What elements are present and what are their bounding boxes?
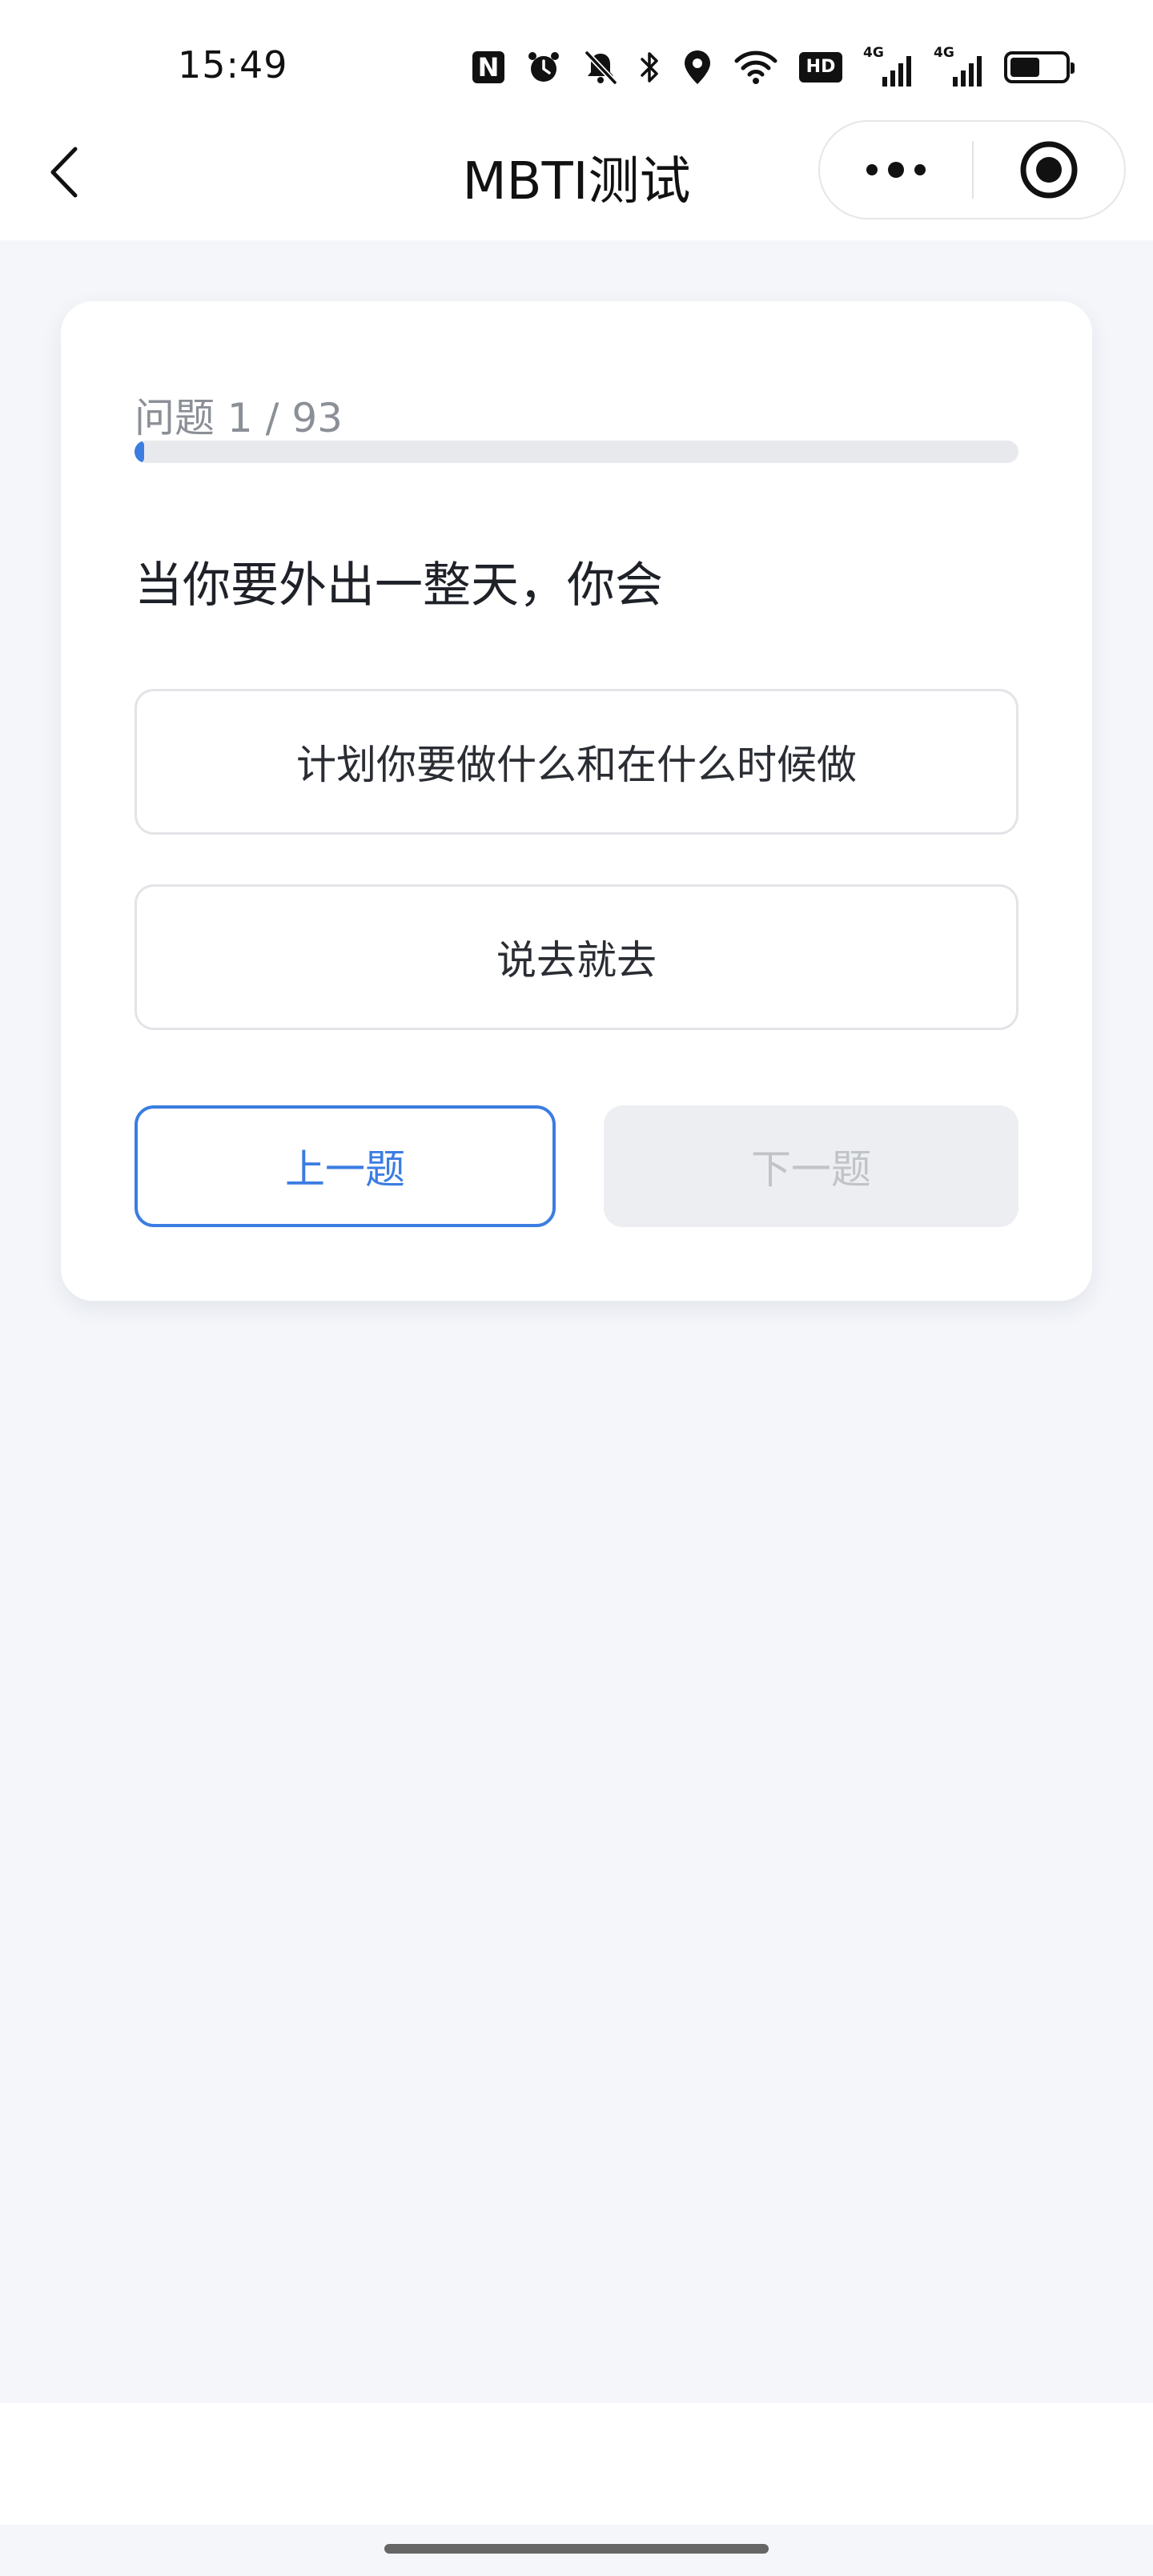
battery-level xyxy=(1010,58,1039,77)
miniprogram-capsule xyxy=(818,120,1126,219)
nav-bar: MBTI测试 xyxy=(0,120,1153,240)
question-card: 问题 1 / 93 当你要外出一整天，你会 计划你要做什么和在什么时候做 说去就… xyxy=(61,301,1092,1301)
home-indicator[interactable] xyxy=(384,2544,769,2554)
next-question-label: 下一题 xyxy=(751,1146,871,1193)
battery-icon xyxy=(1004,51,1075,83)
nfc-icon: N xyxy=(472,51,504,83)
more-dots-icon xyxy=(866,162,926,178)
answer-option-label: 计划你要做什么和在什么时候做 xyxy=(296,742,857,788)
wifi-icon xyxy=(733,50,778,85)
signal-4g-icon: 4G xyxy=(863,45,913,87)
close-miniprogram-button[interactable] xyxy=(974,122,1124,218)
alarm-icon xyxy=(525,49,562,86)
progress-label: 问题 1 / 93 xyxy=(135,395,343,441)
more-button[interactable] xyxy=(820,122,972,218)
signal-4g-icon: 4G xyxy=(934,45,983,87)
question-text: 当你要外出一整天，你会 xyxy=(135,557,663,614)
bluetooth-icon xyxy=(639,49,661,86)
previous-question-label: 上一题 xyxy=(285,1146,405,1193)
status-time: 15:49 xyxy=(178,43,288,87)
answer-option-b[interactable]: 说去就去 xyxy=(135,884,1018,1030)
progress-bar-fill xyxy=(135,441,144,463)
previous-question-button[interactable]: 上一题 xyxy=(135,1105,556,1227)
status-icons: N HD 4G 4G xyxy=(472,45,1075,90)
bell-muted-icon xyxy=(583,49,618,86)
gesture-bar xyxy=(0,2525,1153,2576)
target-circle-icon xyxy=(1020,141,1078,199)
answer-option-a[interactable]: 计划你要做什么和在什么时候做 xyxy=(135,689,1018,835)
next-question-button[interactable]: 下一题 xyxy=(604,1105,1018,1227)
answer-option-label: 说去就去 xyxy=(496,937,657,984)
status-bar: 15:49 N HD 4G 4G xyxy=(0,0,1153,120)
bottom-area xyxy=(0,2403,1153,2576)
content-area: 问题 1 / 93 当你要外出一整天，你会 计划你要做什么和在什么时候做 说去就… xyxy=(0,240,1153,2403)
location-icon xyxy=(682,49,713,86)
hd-icon: HD xyxy=(799,52,842,83)
progress-bar xyxy=(135,441,1018,463)
